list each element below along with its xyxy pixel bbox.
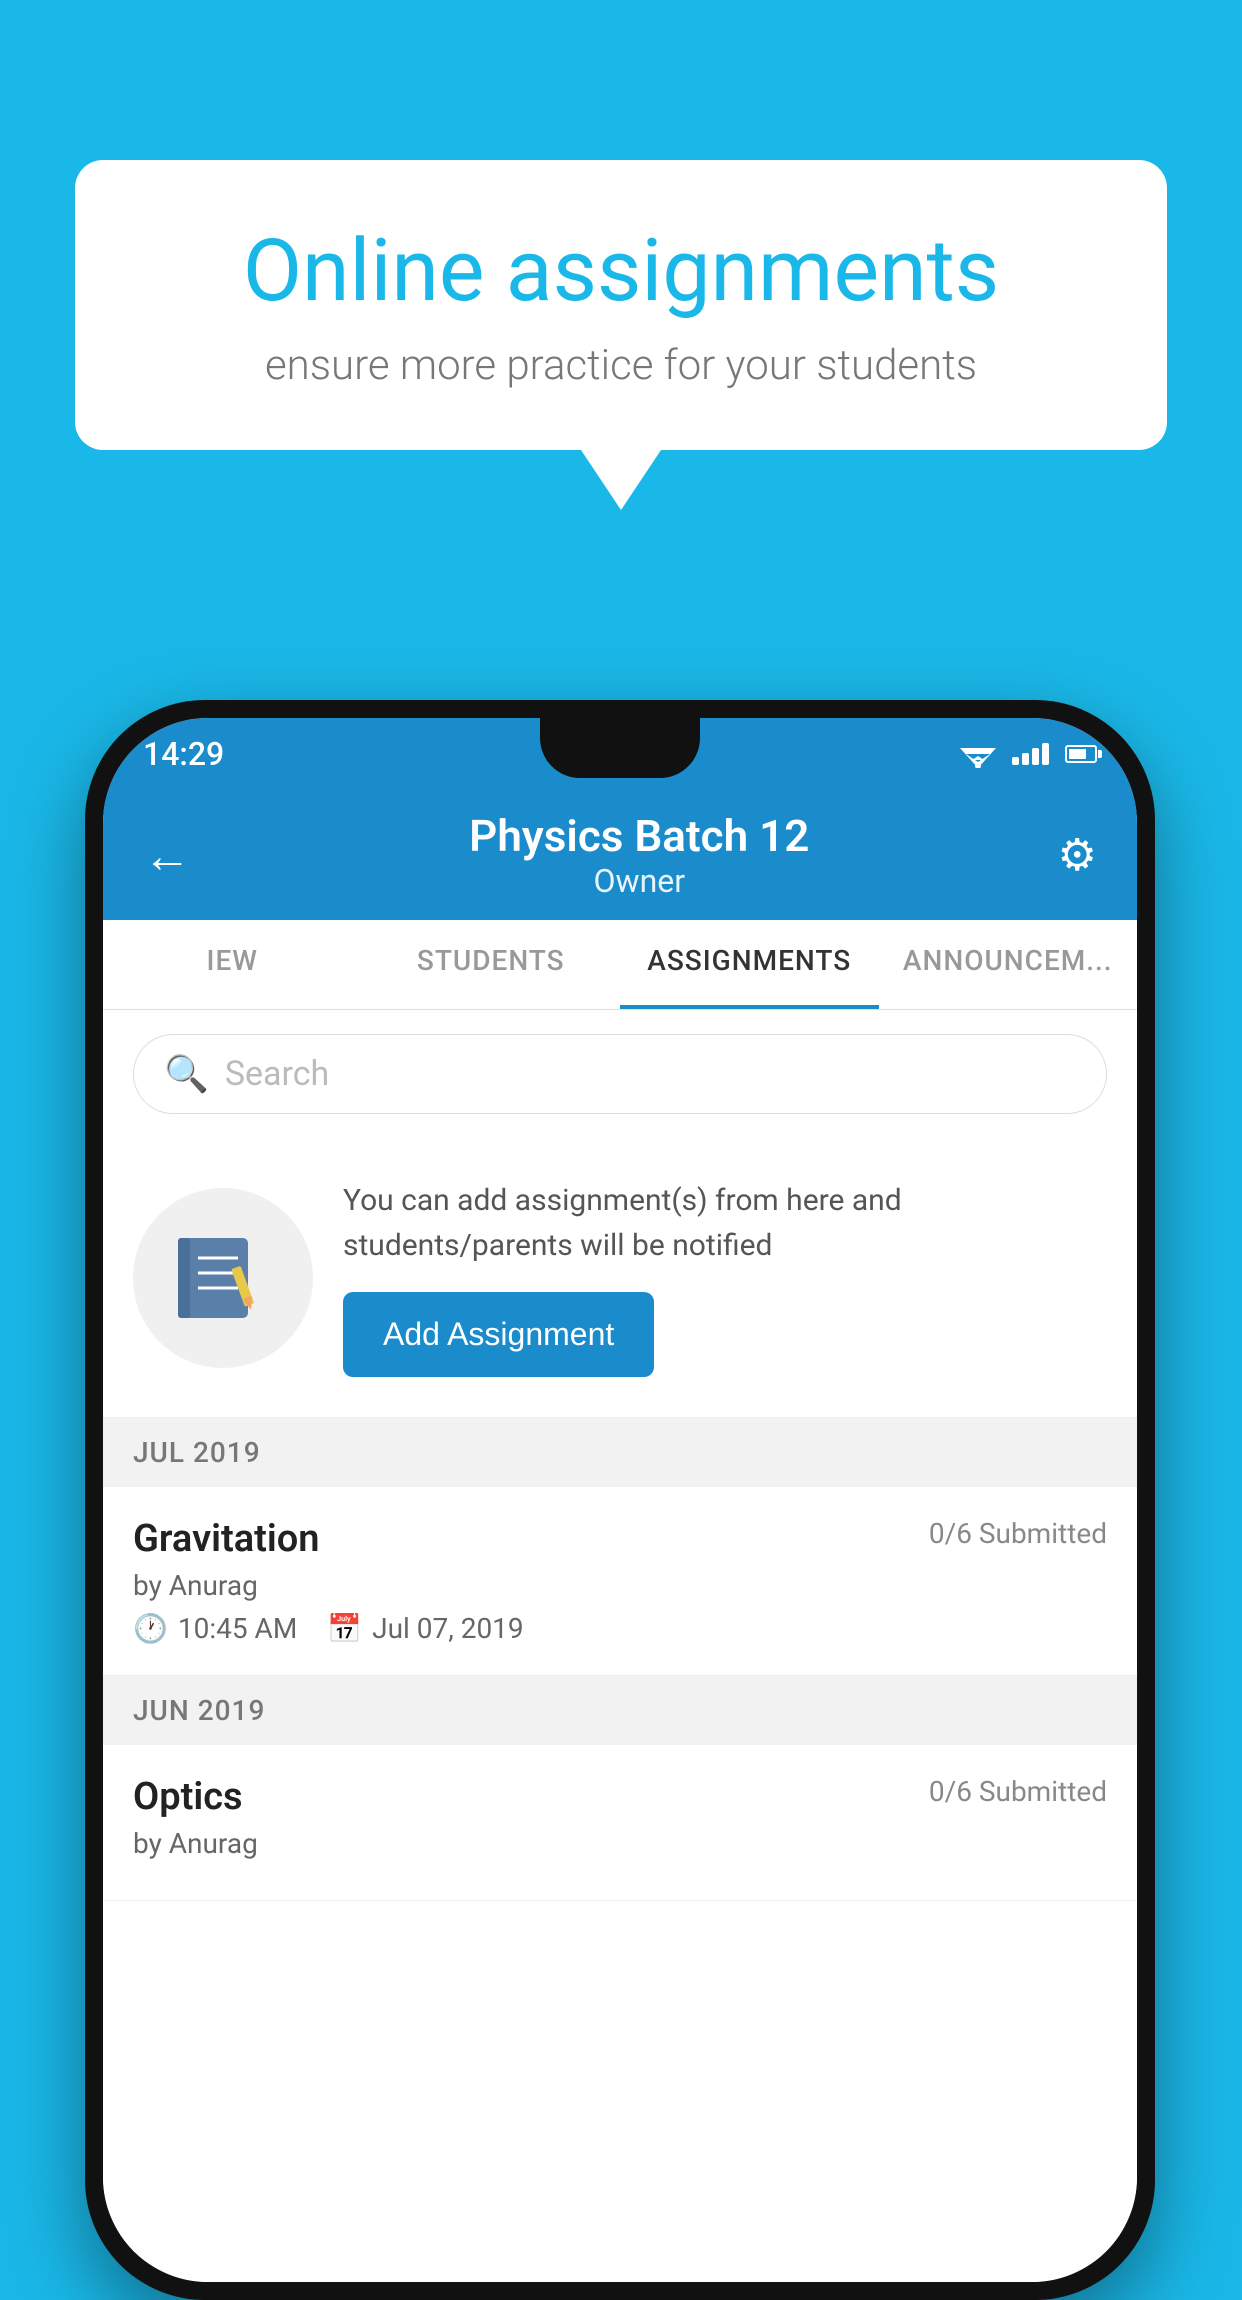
wifi-icon [960, 740, 996, 768]
calendar-icon: 📅 [327, 1612, 362, 1645]
assignment-item-top: Gravitation 0/6 Submitted [133, 1517, 1107, 1561]
content-area: 🔍 Search [103, 1010, 1137, 2282]
search-bar[interactable]: 🔍 Search [133, 1034, 1107, 1114]
assignment-submitted: 0/6 Submitted [929, 1517, 1107, 1550]
speech-bubble-container: Online assignments ensure more practice … [75, 160, 1167, 510]
assignment-title: Gravitation [133, 1517, 320, 1561]
info-card: You can add assignment(s) from here and … [103, 1138, 1137, 1418]
speech-bubble: Online assignments ensure more practice … [75, 160, 1167, 450]
table-row[interactable]: Optics 0/6 Submitted by Anurag [103, 1745, 1137, 1901]
assignment-author: by Anurag [133, 1569, 1107, 1602]
status-bar: 14:29 [103, 718, 1137, 790]
add-assignment-button[interactable]: Add Assignment [343, 1292, 654, 1377]
search-container: 🔍 Search [103, 1010, 1137, 1138]
tab-students[interactable]: STUDENTS [362, 920, 621, 1009]
app-bar-subtitle: Owner [221, 862, 1058, 900]
battery-icon [1065, 745, 1097, 763]
search-icon: 🔍 [164, 1053, 209, 1095]
phone-inner: 14:29 [103, 718, 1137, 2282]
assignment-date: 📅 Jul 07, 2019 [327, 1612, 523, 1645]
assignment-author-optics: by Anurag [133, 1827, 1107, 1860]
tab-assignments[interactable]: ASSIGNMENTS [620, 920, 879, 1009]
settings-icon[interactable]: ⚙ [1058, 829, 1097, 881]
assignment-meta: 🕐 10:45 AM 📅 Jul 07, 2019 [133, 1612, 1107, 1645]
table-row[interactable]: Gravitation 0/6 Submitted by Anurag 🕐 10… [103, 1487, 1137, 1676]
status-icons [960, 740, 1097, 768]
tab-iew[interactable]: IEW [103, 920, 362, 1009]
status-time: 14:29 [143, 735, 224, 773]
assignment-submitted-optics: 0/6 Submitted [929, 1775, 1107, 1808]
speech-bubble-tail [581, 450, 661, 510]
notch [540, 718, 700, 778]
phone-frame: 14:29 [85, 700, 1155, 2300]
clock-icon: 🕐 [133, 1612, 168, 1645]
app-bar: ← Physics Batch 12 Owner ⚙ [103, 790, 1137, 920]
back-button[interactable]: ← [143, 827, 191, 884]
section-header-jun: JUN 2019 [103, 1676, 1137, 1745]
notebook-icon [173, 1228, 273, 1328]
speech-bubble-title: Online assignments [155, 220, 1087, 321]
tab-announcements[interactable]: ANNOUNCEM... [879, 920, 1138, 1009]
section-header-jul: JUL 2019 [103, 1418, 1137, 1487]
info-card-right: You can add assignment(s) from here and … [343, 1178, 1107, 1377]
assignment-time: 🕐 10:45 AM [133, 1612, 297, 1645]
assignment-item-top-optics: Optics 0/6 Submitted [133, 1775, 1107, 1819]
signal-icon [1012, 743, 1049, 765]
speech-bubble-subtitle: ensure more practice for your students [155, 341, 1087, 390]
notebook-icon-circle [133, 1188, 313, 1368]
tabs-bar: IEW STUDENTS ASSIGNMENTS ANNOUNCEM... [103, 920, 1137, 1010]
app-bar-title-block: Physics Batch 12 Owner [221, 810, 1058, 900]
info-card-text: You can add assignment(s) from here and … [343, 1178, 1107, 1268]
assignment-title-optics: Optics [133, 1775, 243, 1819]
app-bar-title: Physics Batch 12 [221, 810, 1058, 862]
search-placeholder: Search [225, 1054, 329, 1094]
